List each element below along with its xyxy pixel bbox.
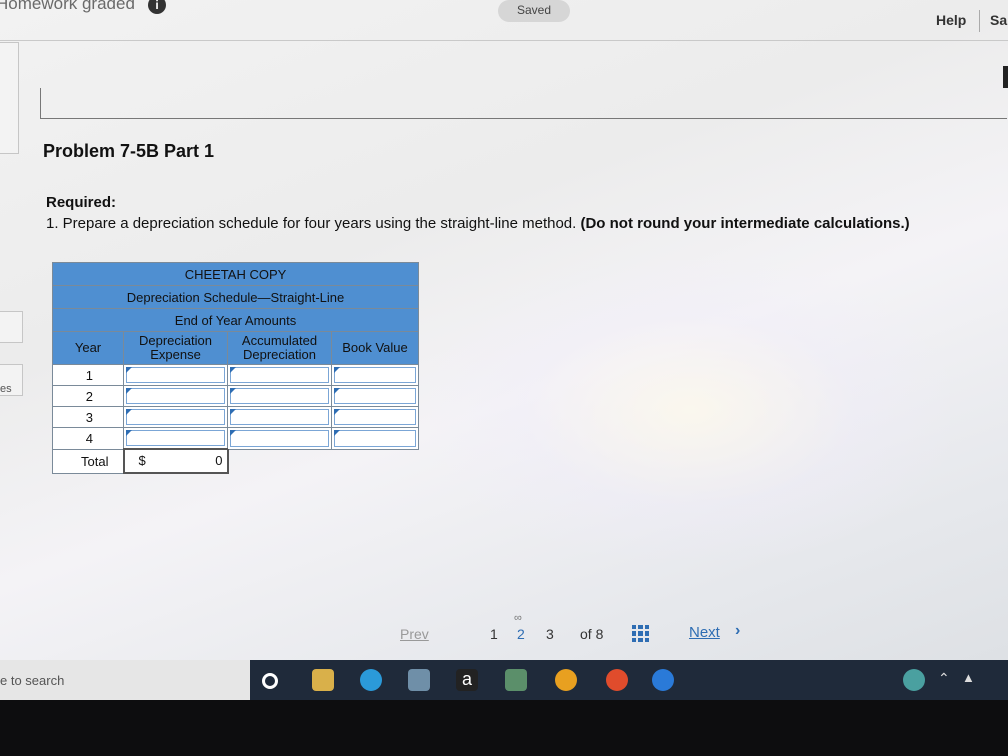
column-header-depreciation-expense: Depreciation Expense [123, 331, 228, 365]
left-nav-tab[interactable] [0, 311, 23, 343]
left-side-panel[interactable] [0, 42, 19, 154]
taskbar-search[interactable]: e to search [0, 660, 250, 700]
depreciation-expense-input[interactable] [123, 364, 228, 386]
year-cell: 4 [52, 427, 124, 450]
depreciation-expense-input[interactable] [123, 427, 228, 450]
grid-view-icon[interactable] [632, 625, 649, 642]
table-row: 1 [52, 364, 419, 386]
homework-status-title: Homework graded [0, 0, 135, 13]
chevron-up-icon[interactable]: ⌃ [938, 670, 950, 687]
link-icon: ∞ [514, 612, 522, 624]
empty-cell [228, 449, 332, 473]
column-header-year: Year [52, 331, 124, 365]
depreciation-schedule-table: CHEETAH COPY Depreciation Schedule—Strai… [52, 262, 419, 474]
save-exit-button[interactable]: Sa [990, 12, 1007, 28]
schedule-title: Depreciation Schedule—Straight-Line [52, 285, 419, 309]
book-value-input[interactable] [331, 364, 419, 386]
file-explorer-icon[interactable] [312, 669, 334, 691]
accumulated-depreciation-input[interactable] [227, 427, 332, 450]
column-header-book-value: Book Value [331, 331, 419, 365]
depreciation-expense-input[interactable] [123, 406, 228, 428]
browser-screen: Homework graded i Saved Help Sa es Probl… [0, 0, 1008, 700]
page-2-link[interactable]: 2 [517, 626, 525, 642]
top-bar: Homework graded i Saved Help Sa [0, 0, 1008, 41]
accumulated-depreciation-input[interactable] [227, 364, 332, 386]
scrollbar-handle[interactable] [1003, 66, 1008, 88]
table-row: 3 [52, 406, 419, 428]
chevron-right-icon[interactable]: › [735, 622, 740, 640]
screen-glare [430, 260, 950, 560]
accumulated-depreciation-input[interactable] [227, 406, 332, 428]
left-panel-label: es [0, 383, 12, 395]
currency-symbol: $ [138, 453, 146, 468]
page-count: of 8 [580, 626, 604, 642]
book-value-input[interactable] [331, 406, 419, 428]
year-cell: 2 [52, 385, 124, 407]
store-icon[interactable] [408, 669, 430, 691]
info-icon[interactable]: i [148, 0, 166, 14]
chrome-icon[interactable] [606, 669, 628, 691]
tripadvisor-icon[interactable] [505, 669, 527, 691]
laptop-bezel [0, 700, 1008, 756]
total-value: 0 [215, 453, 223, 468]
answer-bar [40, 88, 1007, 119]
edge-icon[interactable] [360, 669, 382, 691]
table-row: 2 [52, 385, 419, 407]
amazon-icon[interactable]: a [456, 669, 478, 691]
instruction-text: 1. Prepare a depreciation schedule for f… [46, 215, 910, 232]
page-3-link[interactable]: 3 [546, 626, 554, 642]
header-divider [979, 10, 980, 32]
depreciation-expense-input[interactable] [123, 385, 228, 407]
book-value-input[interactable] [331, 427, 419, 450]
empty-cell [332, 449, 419, 473]
help-icon[interactable] [652, 669, 674, 691]
total-row: Total $ 0 [52, 448, 419, 474]
search-placeholder: e to search [0, 673, 65, 688]
prev-button[interactable]: Prev [400, 626, 429, 642]
network-icon[interactable]: ▲ [962, 670, 975, 685]
next-button[interactable]: Next [689, 624, 720, 641]
year-cell: 3 [52, 406, 124, 428]
taskbar: e to search a ⌃ ▲ [0, 660, 1008, 700]
table-row: 4 [52, 427, 419, 450]
book-value-input[interactable] [331, 385, 419, 407]
help-button[interactable]: Help [936, 12, 966, 28]
page-1-link[interactable]: 1 [490, 626, 498, 642]
instruction-note: (Do not round your intermediate calculat… [580, 215, 910, 232]
column-header-accumulated-depreciation: Accumulated Depreciation [227, 331, 332, 365]
total-label: Total [52, 448, 124, 474]
total-depreciation-expense: $ 0 [122, 448, 229, 474]
instruction-main: 1. Prepare a depreciation schedule for f… [46, 215, 577, 232]
required-label: Required: [46, 194, 117, 211]
schedule-subtitle: End of Year Amounts [52, 308, 419, 332]
problem-title: Problem 7-5B Part 1 [43, 141, 215, 161]
cortana-icon[interactable] [262, 673, 278, 689]
company-name: CHEETAH COPY [52, 262, 419, 286]
saved-indicator: Saved [498, 0, 570, 22]
system-tray-icon[interactable] [903, 669, 925, 691]
accumulated-depreciation-input[interactable] [227, 385, 332, 407]
norton-icon[interactable] [555, 669, 577, 691]
year-cell: 1 [52, 364, 124, 386]
